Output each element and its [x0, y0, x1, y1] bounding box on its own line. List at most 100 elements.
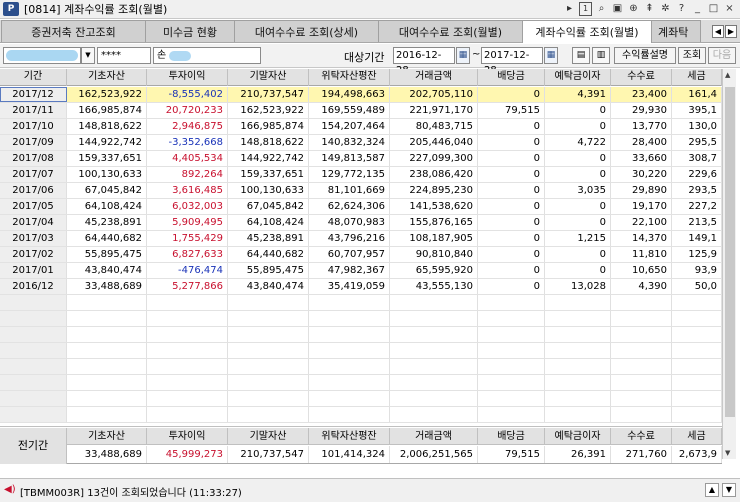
scrollbar-thumb[interactable]: [725, 87, 735, 417]
window-title: [0814] 계좌수익률 조회(월별): [24, 3, 168, 16]
account-dropdown-icon[interactable]: ▼: [81, 47, 95, 64]
cell-base-assets: 166,985,874: [67, 103, 147, 118]
tab-scroll-right-icon[interactable]: ▶: [725, 25, 737, 38]
empty-cell: [147, 311, 228, 326]
settings-icon[interactable]: ✲: [659, 2, 672, 16]
empty-cell: [390, 343, 478, 358]
tab-account-more[interactable]: 계좌탁: [651, 20, 701, 42]
maximize-icon[interactable]: □: [707, 2, 720, 16]
page-number-icon[interactable]: 1: [579, 2, 592, 16]
empty-cell: [545, 407, 611, 422]
scroll-down-icon[interactable]: ▼: [725, 449, 730, 457]
layout-icon[interactable]: ▣: [611, 2, 624, 16]
table-row[interactable]: 2017/04 45,238,891 5,909,495 64,108,424 48,0…: [0, 215, 722, 231]
date-to-input[interactable]: 2017-12-28: [481, 47, 543, 76]
close-icon[interactable]: ×: [723, 2, 736, 16]
cell-avg-assets: 169,559,489: [309, 103, 390, 118]
empty-cell: [67, 327, 147, 342]
cell-end-assets: 55,895,475: [228, 263, 309, 278]
tab-receivables[interactable]: 미수금 현황: [145, 20, 235, 42]
pin-icon[interactable]: ⇞: [643, 2, 656, 16]
tab-lending-fee-monthly[interactable]: 대여수수료 조회(월별): [378, 20, 523, 42]
header-col-trade-amount[interactable]: 거래금액: [390, 69, 478, 86]
zoom-icon[interactable]: ⊕: [627, 2, 640, 16]
cell-base-assets: 33,488,689: [67, 279, 147, 294]
next-button[interactable]: 다음: [708, 47, 736, 64]
header-col-dividend[interactable]: 배당금: [478, 69, 545, 86]
minimize-icon[interactable]: _: [691, 2, 704, 16]
grid-view-icon[interactable]: ▤: [572, 47, 590, 64]
table-row[interactable]: 2017/02 55,895,475 6,827,633 64,440,682 60,7…: [0, 247, 722, 263]
totals-value-tax: 2,673,9: [672, 446, 722, 463]
search-icon[interactable]: ⌕: [595, 2, 608, 16]
header-col-period[interactable]: 기간: [0, 69, 67, 86]
table-row[interactable]: 2016/12 33,488,689 5,277,866 43,840,474 35,4…: [0, 279, 722, 295]
cell-fee: 10,650: [611, 263, 672, 278]
table-row[interactable]: 2017/01 43,840,474 -476,474 55,895,475 47,98…: [0, 263, 722, 279]
empty-cell: [672, 359, 722, 374]
cell-fee: 19,170: [611, 199, 672, 214]
cell-fee: 30,220: [611, 167, 672, 182]
totals-value-fee: 271,760: [611, 446, 672, 463]
menu-arrow-icon[interactable]: ▸: [563, 2, 576, 16]
empty-cell: [147, 343, 228, 358]
vertical-scrollbar[interactable]: ▲ ▼: [722, 69, 736, 459]
excel-export-icon[interactable]: ▥: [592, 47, 610, 64]
table-row[interactable]: 2017/12 162,523,922 -8,555,402 210,737,547 1…: [0, 87, 722, 103]
status-down-icon[interactable]: ▼: [722, 483, 736, 497]
date-from-input[interactable]: 2016-12-28: [393, 47, 455, 76]
cell-end-assets: 148,818,622: [228, 135, 309, 150]
cell-deposit-interest: 0: [545, 103, 611, 118]
cell-investment-profit: 2,946,875: [147, 119, 228, 134]
empty-cell: [390, 359, 478, 374]
table-row[interactable]: 2017/09 144,922,742 -3,352,668 148,818,622 1…: [0, 135, 722, 151]
header-col-deposit-interest[interactable]: 예탁금이자: [545, 69, 611, 86]
header-col-end-assets[interactable]: 기말자산: [228, 69, 309, 86]
empty-cell: [611, 311, 672, 326]
query-button[interactable]: 조회: [678, 47, 706, 64]
empty-cell: [67, 391, 147, 406]
cell-deposit-interest: 4,722: [545, 135, 611, 150]
password-input[interactable]: ****: [97, 47, 151, 64]
empty-cell: [147, 407, 228, 422]
totals-section: 전기간 기초자산 33,488,689 투자이익 45,999,273 기말자산 210,…: [0, 428, 722, 464]
scroll-up-icon[interactable]: ▲: [725, 71, 730, 79]
table-row[interactable]: 2017/05 64,108,424 6,032,003 67,045,842 62,6…: [0, 199, 722, 215]
empty-cell: [67, 343, 147, 358]
header-col-avg-assets[interactable]: 위탁자산평잔: [309, 69, 390, 86]
cell-end-assets: 64,108,424: [228, 215, 309, 230]
totals-header-fee: 수수료: [611, 428, 672, 445]
app-logo-icon: P: [3, 2, 19, 16]
yield-description-button[interactable]: 수익률설명: [614, 47, 676, 64]
empty-cell: [545, 343, 611, 358]
header-col-base-assets[interactable]: 기초자산: [67, 69, 147, 86]
table-row[interactable]: 2017/10 148,818,622 2,946,875 166,985,874 15…: [0, 119, 722, 135]
empty-cell: [478, 407, 545, 422]
help-icon[interactable]: ?: [675, 2, 688, 16]
header-col-tax[interactable]: 세금: [672, 69, 722, 86]
table-row[interactable]: 2017/06 67,045,842 3,616,485 100,130,633 81,…: [0, 183, 722, 199]
tab-savings-balance[interactable]: 증권저축 잔고조회: [1, 20, 146, 42]
empty-cell: [147, 375, 228, 390]
header-col-investment-profit[interactable]: 투자이익: [147, 69, 228, 86]
cell-end-assets: 159,337,651: [228, 167, 309, 182]
tab-scroll-left-icon[interactable]: ◀: [712, 25, 724, 38]
table-row[interactable]: 2017/07 100,130,633 892,264 159,337,651 129,…: [0, 167, 722, 183]
yield-table: 기간 기초자산 투자이익 기말자산 위탁자산평잔 거래금액 배당금 예탁금이자 수수료 세금 20…: [0, 69, 722, 427]
table-row[interactable]: 2017/03 64,440,682 1,755,429 45,238,891 43,7…: [0, 231, 722, 247]
cell-period: 2017/07: [0, 167, 67, 182]
calendar-from-icon[interactable]: ▦: [456, 47, 470, 64]
table-row[interactable]: 2017/11 166,985,874 20,720,233 162,523,922 1…: [0, 103, 722, 119]
account-number-input[interactable]: [3, 47, 81, 64]
cell-fee: 14,370: [611, 231, 672, 246]
tab-lending-fee-detail[interactable]: 대여수수료 조회(상세): [234, 20, 379, 42]
status-up-icon[interactable]: ▲: [705, 483, 719, 497]
header-col-fee[interactable]: 수수료: [611, 69, 672, 86]
empty-cell: [0, 407, 67, 422]
empty-cell: [611, 359, 672, 374]
cell-trade-amount: 238,086,420: [390, 167, 478, 182]
table-row[interactable]: 2017/08 159,337,651 4,405,534 144,922,742 14…: [0, 151, 722, 167]
cell-base-assets: 43,840,474: [67, 263, 147, 278]
tab-account-yield-monthly[interactable]: 계좌수익률 조회(월별): [522, 20, 652, 43]
calendar-to-icon[interactable]: ▦: [544, 47, 558, 64]
